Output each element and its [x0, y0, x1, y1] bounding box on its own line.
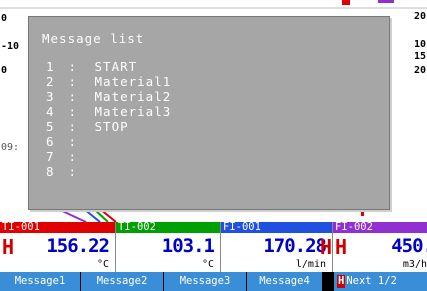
unit-label: °C	[96, 259, 109, 270]
message-number: 8	[46, 164, 55, 179]
message-separator: :	[68, 59, 78, 74]
message-text: Material3	[94, 104, 172, 119]
message-separator: :	[68, 164, 78, 179]
tag-panels: TI-001 H 156.22 °C TI-002 103.1 °C FI-00…	[0, 222, 427, 272]
message-item-5[interactable]: 5 : STOP	[46, 119, 171, 134]
message-separator: :	[68, 89, 78, 104]
message1-button[interactable]: Message1	[0, 272, 81, 291]
trend-area: 0 -10 0 09: 20 10 15 20 Message list 1 :…	[0, 0, 427, 222]
message-number: 1	[46, 59, 55, 74]
message-item-6[interactable]: 6 :	[46, 134, 171, 149]
process-value: 103.1	[161, 235, 215, 257]
unit-label: l/min	[295, 259, 326, 270]
message-text: START	[94, 59, 138, 74]
process-value: 156.22	[46, 235, 110, 257]
message-number: 2	[46, 74, 55, 89]
message-item-8[interactable]: 8 :	[46, 164, 171, 179]
process-value: 450.	[391, 235, 427, 257]
message-item-4[interactable]: 4 : Material3	[46, 104, 171, 119]
next-page-label: Next 1/2	[346, 275, 397, 287]
tag-panel-fi-002[interactable]: FI-002 H 450. m3/h	[333, 222, 427, 272]
tag-name: FI-001	[221, 222, 332, 233]
recorder-screen: 0 -10 0 09: 20 10 15 20 Message list 1 :…	[0, 0, 427, 291]
high-alarm-indicator: H	[320, 235, 333, 259]
message2-button[interactable]: Message2	[81, 272, 164, 291]
message-list: 1 : START 2 : Material1 3 : Material2 4 : Ma…	[46, 59, 171, 179]
message-item-1[interactable]: 1 : START	[46, 59, 171, 74]
message-text: Material2	[94, 89, 172, 104]
unit-label: m3/h	[402, 259, 427, 270]
message-item-3[interactable]: 3 : Material2	[46, 89, 171, 104]
message-number: 5	[46, 119, 55, 134]
tag-panel-fi-001[interactable]: FI-001 170.28 l/min	[221, 222, 333, 272]
process-value: 170.28	[263, 235, 327, 257]
dialog-title: Message list	[42, 31, 145, 46]
message4-button[interactable]: Message4	[247, 272, 323, 291]
message-number: 7	[46, 149, 55, 164]
message-number: 3	[46, 89, 55, 104]
next-page-button[interactable]: H Next 1/2	[334, 272, 427, 291]
tag-panel-ti-002[interactable]: TI-002 103.1 °C	[116, 222, 221, 272]
message-text: STOP	[94, 119, 129, 134]
message-button-bar: Message1 Message2 Message3 Message4 H Nex…	[0, 272, 427, 291]
message-item-7[interactable]: 7 :	[46, 149, 171, 164]
tag-name: TI-002	[116, 222, 220, 233]
message-number: 6	[46, 134, 55, 149]
high-alarm-indicator: H	[2, 235, 15, 259]
unit-label: °C	[201, 259, 214, 270]
message-separator: :	[68, 74, 78, 89]
message-separator: :	[68, 104, 78, 119]
message-item-2[interactable]: 2 : Material1	[46, 74, 171, 89]
message-separator: :	[68, 119, 78, 134]
message-separator: :	[68, 134, 78, 149]
message-list-dialog[interactable]: Message list 1 : START 2 : Material1 3 : Ma…	[28, 16, 390, 210]
tag-name: FI-002	[333, 222, 427, 233]
tag-name: TI-001	[0, 222, 115, 233]
message-separator: :	[68, 149, 78, 164]
high-alarm-indicator: H	[335, 235, 348, 259]
message3-button[interactable]: Message3	[164, 272, 247, 291]
message-text: Material1	[94, 74, 172, 89]
message-number: 4	[46, 104, 55, 119]
alarm-badge: H	[337, 275, 346, 288]
tag-panel-ti-001[interactable]: TI-001 H 156.22 °C	[0, 222, 116, 272]
